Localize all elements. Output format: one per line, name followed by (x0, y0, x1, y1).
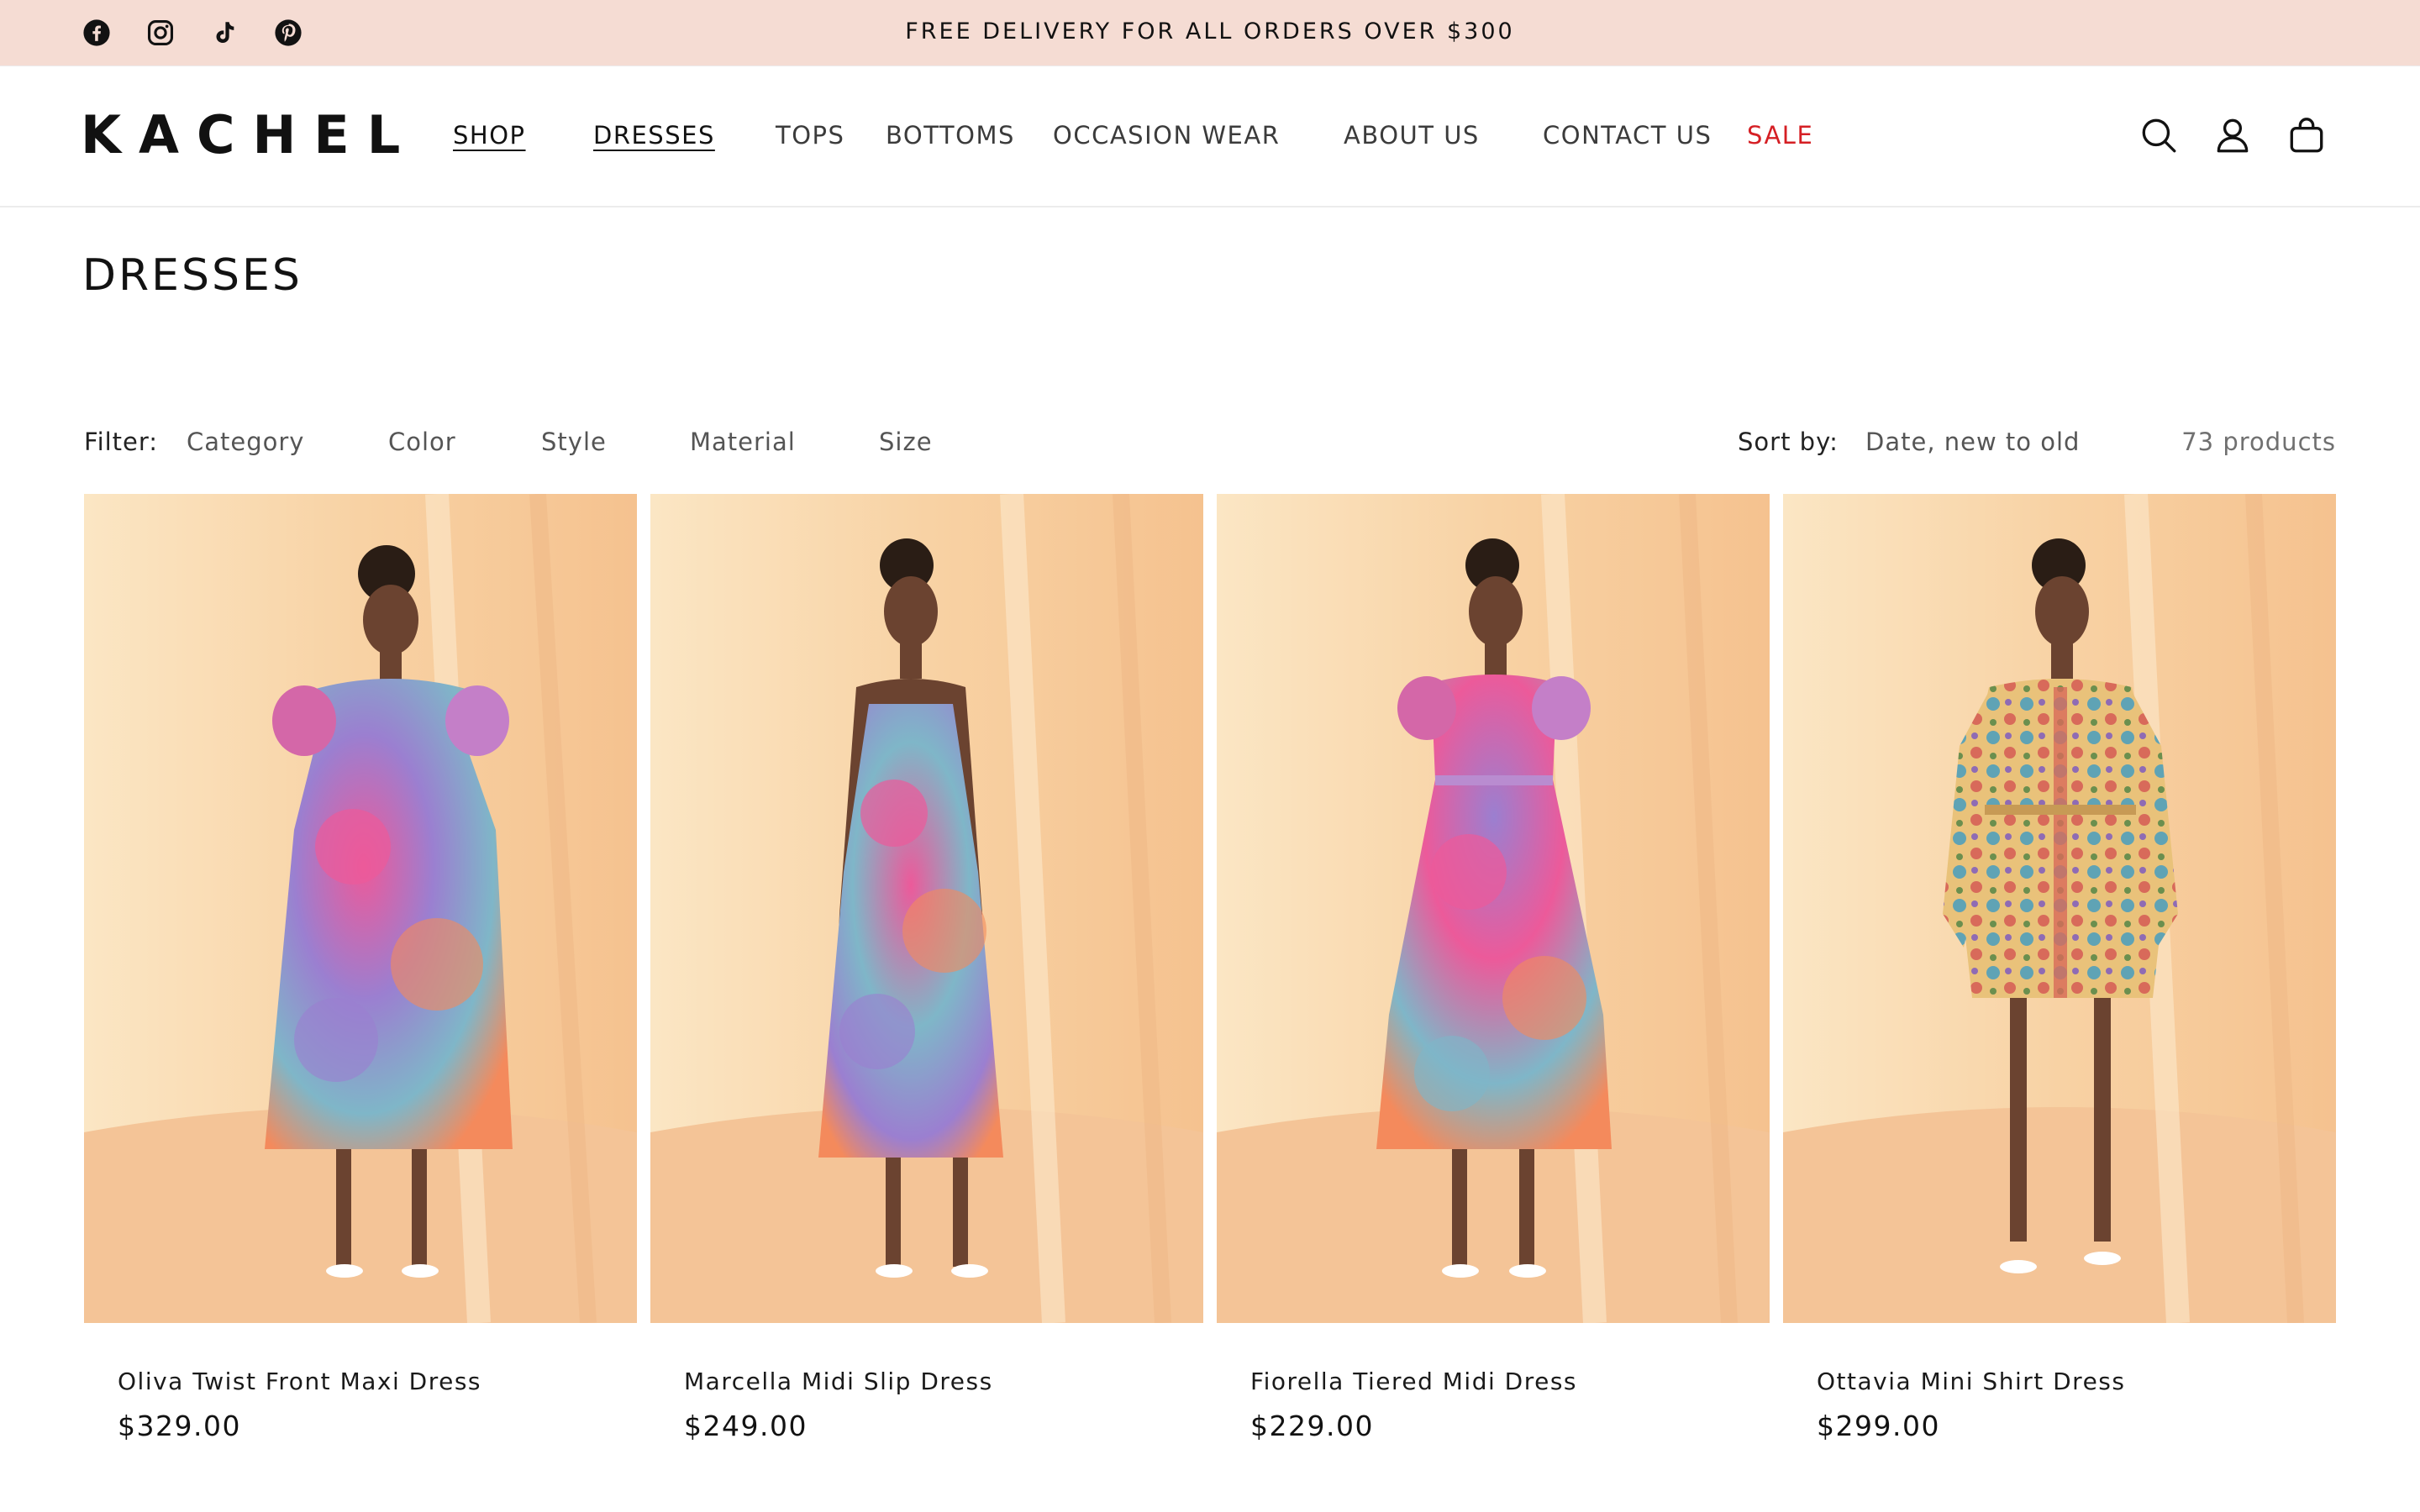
filter-material[interactable]: Material (690, 420, 796, 464)
filter-color[interactable]: Color (388, 420, 456, 464)
product-card[interactable]: Fiorella Tiered Midi Dress $229.00 (1217, 494, 1770, 1512)
product-name[interactable]: Fiorella Tiered Midi Dress (1250, 1368, 1577, 1395)
product-image[interactable] (1217, 494, 1770, 1323)
page-title: DRESSES (82, 250, 302, 301)
sort-label: Sort by: (1738, 428, 1839, 456)
product-price: $299.00 (1817, 1410, 1940, 1442)
product-price: $329.00 (118, 1410, 241, 1442)
filter-label: Filter: (84, 428, 159, 456)
nav-contact-us[interactable]: CONTACT US (1543, 118, 1712, 152)
product-image[interactable] (650, 494, 1203, 1323)
filter-style[interactable]: Style (541, 420, 607, 464)
product-name[interactable]: Oliva Twist Front Maxi Dress (118, 1368, 481, 1395)
account-icon[interactable] (2212, 114, 2254, 156)
search-icon[interactable] (2138, 114, 2180, 156)
site-header: KACHEL SHOP DRESSES TOPS BOTTOMS OCCASIO… (0, 66, 2420, 207)
nav-sale[interactable]: SALE (1747, 118, 1813, 152)
logo[interactable]: KACHEL (81, 103, 418, 167)
product-card[interactable]: Marcella Midi Slip Dress $249.00 (650, 494, 1203, 1512)
product-price: $249.00 (684, 1410, 808, 1442)
filter-size[interactable]: Size (879, 420, 933, 464)
filter-category[interactable]: Category (187, 420, 304, 464)
nav-tops[interactable]: TOPS (776, 118, 844, 152)
sort-select[interactable]: Date, new to old (1865, 420, 2080, 464)
filter-bar: Filter: Category Color Style Material Si… (0, 420, 2420, 464)
cart-icon[interactable] (2286, 114, 2328, 156)
product-image[interactable] (84, 494, 637, 1323)
product-name[interactable]: Marcella Midi Slip Dress (684, 1368, 993, 1395)
product-card[interactable]: Oliva Twist Front Maxi Dress $329.00 (84, 494, 637, 1512)
nav-about-us[interactable]: ABOUT US (1344, 118, 1480, 152)
announcement-bar: FREE DELIVERY FOR ALL ORDERS OVER $300 (0, 0, 2420, 66)
product-name[interactable]: Ottavia Mini Shirt Dress (1817, 1368, 2125, 1395)
nav-shop[interactable]: SHOP (453, 118, 526, 152)
nav-dresses[interactable]: DRESSES (593, 118, 715, 152)
nav-bottoms[interactable]: BOTTOMS (886, 118, 1015, 152)
announcement-text: FREE DELIVERY FOR ALL ORDERS OVER $300 (905, 18, 1515, 45)
product-count: 73 products (2181, 428, 2336, 456)
product-card[interactable]: Ottavia Mini Shirt Dress $299.00 (1783, 494, 2336, 1512)
nav-occasion-wear[interactable]: OCCASION WEAR (1053, 118, 1280, 152)
product-image[interactable] (1783, 494, 2336, 1323)
product-price: $229.00 (1250, 1410, 1374, 1442)
